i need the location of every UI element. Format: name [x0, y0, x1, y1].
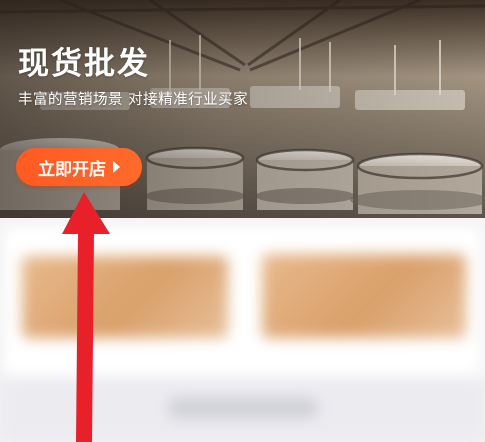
hero-title: 现货批发 — [18, 46, 150, 82]
open-store-button[interactable]: 立即开店 — [16, 148, 142, 186]
hero-banner: 现货批发 丰富的营销场景 对接精准行业买家 立即开店 — [0, 0, 485, 218]
blurred-content — [0, 218, 485, 442]
hero-subtitle: 丰富的营销场景 对接精准行业买家 — [18, 92, 249, 108]
page: 现货批发 丰富的营销场景 对接精准行业买家 立即开店 — [0, 0, 485, 442]
blurred-card-right — [262, 254, 466, 338]
blurred-text — [168, 398, 318, 418]
play-icon — [113, 161, 120, 173]
blurred-content-area — [0, 218, 485, 442]
open-store-button-label: 立即开店 — [38, 159, 106, 180]
blurred-card-left — [22, 256, 228, 338]
